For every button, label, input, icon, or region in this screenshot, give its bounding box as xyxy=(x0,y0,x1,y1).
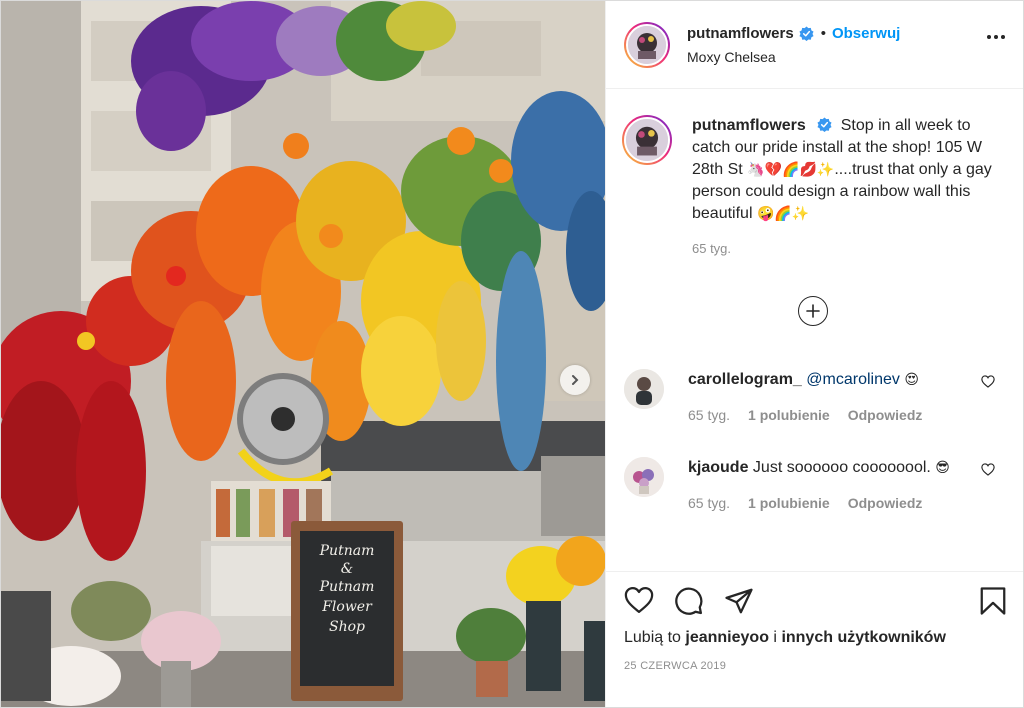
post-card: Putnam & Putnam Flower Shop putnamflower… xyxy=(0,0,1024,708)
account-avatar[interactable] xyxy=(624,21,670,68)
comment-timestamp[interactable]: 65 tyg. xyxy=(688,495,730,511)
likes-prefix: Lubią to xyxy=(624,629,681,646)
caption-avatar[interactable] xyxy=(622,115,672,165)
comment-mention[interactable]: @mcarolinev xyxy=(806,371,900,388)
load-more-comments-button[interactable] xyxy=(798,296,828,326)
reply-button[interactable]: Odpowiedz xyxy=(848,495,923,511)
caption-emojis: 🦄💔🌈💋✨ xyxy=(747,162,835,178)
account-username[interactable]: putnamflowers xyxy=(687,25,794,42)
caption-timestamp[interactable]: 65 tyg. xyxy=(692,238,992,260)
likes-joiner: i xyxy=(773,629,777,646)
post-actions: Lubią to jeannieyoo i innych użytkownikó… xyxy=(606,571,1023,708)
post-caption: putnamflowers Stop in all week to catch … xyxy=(606,89,1023,260)
comment-item: carollelogram_ @mcarolinev 😍 65 tyg. 1 p… xyxy=(624,369,1005,423)
follow-button[interactable]: Obserwuj xyxy=(832,25,900,42)
chalkboard-line-4: Flower xyxy=(321,599,373,615)
comment-likes-count[interactable]: 1 polubienie xyxy=(748,495,830,511)
avatar-image xyxy=(624,369,664,409)
likes-summary: Lubią to jeannieyoo i innych użytkownikó… xyxy=(624,629,946,647)
comment-emoji: 😎 xyxy=(935,460,950,476)
post-side-panel: putnamflowers • Obserwuj Moxy Chelsea pu… xyxy=(605,1,1023,707)
liker-username[interactable]: jeannieyoo xyxy=(685,629,769,646)
post-photo[interactable]: Putnam & Putnam Flower Shop xyxy=(1,1,605,707)
chalkboard-line-1: Putnam xyxy=(319,543,375,559)
paper-plane-icon[interactable] xyxy=(724,586,754,621)
comment-icon[interactable] xyxy=(674,586,704,621)
chalkboard-line-2: & xyxy=(341,561,353,577)
avatar-image xyxy=(626,119,668,161)
location-link[interactable]: Moxy Chelsea xyxy=(687,49,900,65)
avatar-image xyxy=(628,25,666,64)
bookmark-icon[interactable] xyxy=(979,586,1007,621)
comment-avatar[interactable] xyxy=(624,457,664,497)
caption-emojis-2: 🤪🌈✨ xyxy=(756,206,810,222)
more-options-icon[interactable] xyxy=(987,35,1005,39)
other-likers-link[interactable]: innych użytkowników xyxy=(781,629,945,646)
comment-like-heart-icon[interactable] xyxy=(981,463,995,481)
verified-badge-icon xyxy=(817,117,832,132)
comment-item: kjaoude Just soooooo coooooool. 😎 65 tyg… xyxy=(624,457,1005,511)
chalkboard-line-5: Shop xyxy=(329,619,365,635)
comment-emoji: 😍 xyxy=(904,372,919,388)
post-date[interactable]: 25 CZERWCA 2019 xyxy=(624,660,726,672)
chalkboard-line-3: Putnam xyxy=(319,579,375,595)
plus-circle-icon xyxy=(806,304,820,318)
comment-like-heart-icon[interactable] xyxy=(981,375,995,393)
separator-dot: • xyxy=(820,24,826,42)
next-image-button[interactable] xyxy=(560,365,590,395)
avatar-image xyxy=(624,457,664,497)
comment-username[interactable]: carollelogram_ xyxy=(688,371,802,388)
comment-username[interactable]: kjaoude xyxy=(688,459,748,476)
rainbow-flower-wall-image: Putnam & Putnam Flower Shop xyxy=(1,1,605,707)
chevron-right-icon xyxy=(572,375,579,385)
comment-timestamp[interactable]: 65 tyg. xyxy=(688,407,730,423)
comment-text: Just soooooo coooooool. xyxy=(752,459,931,476)
caption-username[interactable]: putnamflowers xyxy=(692,117,806,134)
post-header: putnamflowers • Obserwuj Moxy Chelsea xyxy=(606,1,1023,89)
comment-likes-count[interactable]: 1 polubienie xyxy=(748,407,830,423)
verified-badge-icon xyxy=(799,25,814,41)
reply-button[interactable]: Odpowiedz xyxy=(848,407,923,423)
comment-avatar[interactable] xyxy=(624,369,664,409)
comments-section[interactable]: putnamflowers Stop in all week to catch … xyxy=(606,89,1023,571)
heart-icon[interactable] xyxy=(624,586,654,619)
